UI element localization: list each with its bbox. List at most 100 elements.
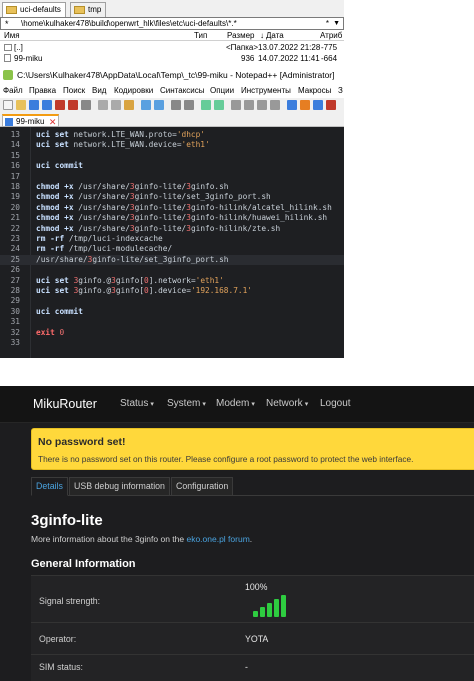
code-line[interactable]: 16 uci commit	[0, 161, 344, 171]
code-line[interactable]: 28 uci set 3ginfo.@3ginfo[0].device='192.…	[0, 286, 344, 296]
code-line[interactable]: 21 chmod +x /usr/share/3ginfo-lite/3ginfo…	[0, 213, 344, 223]
history-icon[interactable]: *	[326, 18, 329, 29]
signal-bar	[253, 611, 258, 617]
code-line[interactable]: 15	[0, 151, 344, 161]
function-list-icon[interactable]	[300, 100, 310, 110]
code-line[interactable]: 19 chmod +x /usr/share/3ginfo-lite/set_3g…	[0, 192, 344, 202]
line-number: 28	[10, 286, 20, 295]
notepad-title-bar: C:\Users\Kulhaker478\AppData\Local\Temp\…	[0, 66, 344, 84]
code-line[interactable]: 30 uci commit	[0, 307, 344, 317]
menu-run[interactable]: З	[338, 86, 343, 95]
nav-network[interactable]: Network ▾	[266, 398, 308, 409]
file-icon	[4, 54, 11, 62]
line-number: 19	[10, 192, 20, 202]
code-line[interactable]: 32 exit 0	[0, 328, 344, 338]
code-line[interactable]: 20 chmod +x /usr/share/3ginfo-lite/3ginfo…	[0, 203, 344, 213]
code-line[interactable]: 18 chmod +x /usr/share/3ginfo-lite/3ginfo…	[0, 182, 344, 192]
code-line[interactable]: 27 uci set 3ginfo.@3ginfo[0].network='eth…	[0, 276, 344, 286]
document-tab-bar: 99-miku ✕	[0, 113, 344, 127]
print-icon[interactable]	[81, 100, 91, 110]
tab-details[interactable]: Details	[31, 477, 68, 496]
nav-system[interactable]: System ▾	[167, 398, 206, 409]
code-text: uci set 3ginfo.@3ginfo[0].network='eth1'	[36, 275, 224, 285]
sync-scroll-icon[interactable]	[231, 100, 241, 110]
menu-syntax[interactable]: Синтаксисы	[160, 86, 205, 95]
tab-configuration[interactable]: Configuration	[171, 477, 234, 496]
line-number: 16	[10, 161, 20, 171]
signal-bar	[281, 595, 286, 617]
menu-macros[interactable]: Макросы	[298, 86, 331, 95]
code-line[interactable]: 33	[0, 338, 344, 348]
code-line[interactable]: 14 uci set network.LTE_WAN.device='eth1'	[0, 140, 344, 150]
star-icon[interactable]: *	[5, 18, 9, 29]
menu-options[interactable]: Опции	[210, 86, 234, 95]
close-all-icon[interactable]	[68, 100, 78, 110]
nav-status[interactable]: Status ▾	[120, 398, 154, 409]
menu-search[interactable]: Поиск	[63, 86, 85, 95]
word-wrap-icon[interactable]	[244, 100, 254, 110]
folder-tab-uci-defaults[interactable]: uci-defaults	[2, 2, 66, 17]
redo-icon[interactable]	[154, 100, 164, 110]
copy-icon[interactable]	[111, 100, 121, 110]
menu-edit[interactable]: Правка	[29, 86, 56, 95]
menu-tools[interactable]: Инструменты	[241, 86, 291, 95]
code-editor[interactable]: 13 uci set network.LTE_WAN.proto='dhcp' 14…	[0, 127, 344, 358]
notepad-app-icon	[3, 70, 13, 80]
code-line[interactable]: 22 chmod +x /usr/share/3ginfo-lite/3ginfo…	[0, 224, 344, 234]
path-text: \home\kulhaker478\build\openwrt_hlk\file…	[21, 19, 237, 28]
close-file-icon[interactable]	[55, 100, 65, 110]
record-macro-icon[interactable]	[326, 100, 336, 110]
path-bar[interactable]: * \home\kulhaker478\build\openwrt_hlk\fi…	[0, 17, 344, 30]
open-folder-icon[interactable]	[16, 100, 26, 110]
code-text: rm -rf /tmp/luci-indexcache	[36, 234, 163, 243]
line-number: 23	[10, 234, 20, 243]
column-name[interactable]: Имя	[4, 30, 20, 41]
tab-usb-debug[interactable]: USB debug information	[69, 477, 170, 496]
code-line[interactable]: 24 rm -rf /tmp/luci-modulecache/	[0, 244, 344, 254]
paste-icon[interactable]	[124, 100, 134, 110]
folder-icon	[74, 6, 85, 14]
show-all-chars-icon[interactable]	[257, 100, 267, 110]
find-icon[interactable]	[171, 100, 181, 110]
code-line[interactable]: 29	[0, 296, 344, 306]
folder-workspace-icon[interactable]	[313, 100, 323, 110]
doc-map-icon[interactable]	[287, 100, 297, 110]
column-attr[interactable]: Атриб	[320, 30, 342, 41]
line-number: 17	[10, 171, 20, 181]
menu-view[interactable]: Вид	[92, 86, 106, 95]
file-row[interactable]: 99-miku 936 14.07.2022 11:41 -664	[0, 53, 344, 64]
file-manager-panel: uci-defaults tmp * \home\kulhaker478\bui…	[0, 0, 344, 66]
chevron-down-icon[interactable]: ▼	[333, 18, 340, 29]
column-type[interactable]: Тип	[194, 30, 207, 41]
code-line[interactable]: 31	[0, 317, 344, 327]
cut-icon[interactable]	[98, 100, 108, 110]
menu-encoding[interactable]: Кодировки	[114, 86, 153, 95]
nav-logout[interactable]: Logout	[320, 398, 351, 409]
signal-percent: 100%	[245, 582, 268, 592]
save-icon[interactable]	[29, 100, 39, 110]
forum-link[interactable]: eko.one.pl forum	[186, 534, 249, 544]
zoom-in-icon[interactable]	[201, 100, 211, 110]
folder-tab-tmp[interactable]: tmp	[70, 2, 107, 17]
indent-guide-icon[interactable]	[270, 100, 280, 110]
zoom-out-icon[interactable]	[214, 100, 224, 110]
nav-modem[interactable]: Modem ▾	[216, 398, 255, 409]
tab-99-miku[interactable]: 99-miku ✕	[2, 114, 60, 127]
code-line[interactable]: 23 rm -rf /tmp/luci-indexcache	[0, 234, 344, 244]
column-date[interactable]: Дата	[266, 30, 284, 41]
code-line[interactable]: 17	[0, 172, 344, 182]
undo-icon[interactable]	[141, 100, 151, 110]
code-line[interactable]: 25/usr/share/3ginfo-lite/set_3ginfo_port…	[0, 254, 344, 266]
replace-icon[interactable]	[184, 100, 194, 110]
file-row[interactable]: [..] <Папка> 13.07.2022 21:28 -775	[0, 42, 344, 53]
save-all-icon[interactable]	[42, 100, 52, 110]
code-text: uci set network.LTE_WAN.device='eth1'	[36, 140, 210, 150]
new-file-icon[interactable]	[3, 100, 13, 110]
code-text: uci set 3ginfo.@3ginfo[0].device='192.16…	[36, 286, 252, 295]
code-line[interactable]: 13 uci set network.LTE_WAN.proto='dhcp'	[0, 130, 344, 140]
brand-logo[interactable]: MikuRouter	[33, 397, 97, 411]
alert-message: There is no password set on this router.…	[38, 454, 414, 464]
code-line[interactable]: 26	[0, 265, 344, 275]
column-size[interactable]: Размер	[227, 30, 255, 41]
menu-file[interactable]: Файл	[3, 86, 23, 95]
